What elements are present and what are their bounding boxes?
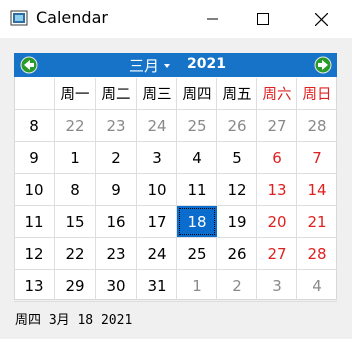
day-cell[interactable]: 8	[55, 174, 95, 205]
day-cell[interactable]: 27	[257, 110, 297, 141]
day-cell[interactable]: 3	[257, 270, 297, 301]
day-cell[interactable]: 28	[297, 110, 337, 141]
calendar-navigation-bar: 三月 2021	[14, 53, 337, 77]
day-cell[interactable]: 17	[137, 206, 177, 237]
day-cell[interactable]: 11	[177, 174, 217, 205]
weekday-header: 周三	[142, 87, 172, 103]
day-cell[interactable]: 27	[257, 238, 297, 269]
day-cell[interactable]: 23	[96, 110, 136, 141]
weekday-header: 周一	[60, 87, 90, 103]
day-cell[interactable]: 7	[297, 142, 337, 173]
week-number: 12	[24, 244, 44, 263]
app-icon	[10, 10, 28, 26]
day-cell[interactable]: 19	[217, 206, 257, 237]
calendar-window: Calendar 三月 2021 周一 周二 周三 周四 周五 周六 周日 8 22 23 24 25…	[0, 0, 352, 339]
week-number: 8	[29, 116, 39, 135]
day-cell[interactable]: 24	[137, 238, 177, 269]
day-cell[interactable]: 5	[217, 142, 257, 173]
day-cell[interactable]: 1	[177, 270, 217, 301]
weekday-header: 周二	[101, 87, 131, 103]
weekday-header: 周日	[302, 87, 332, 103]
next-month-icon[interactable]	[314, 56, 332, 74]
week-number: 11	[24, 212, 44, 231]
day-cell[interactable]: 2	[217, 270, 257, 301]
day-cell[interactable]: 2	[96, 142, 136, 173]
day-cell[interactable]: 20	[257, 206, 297, 237]
day-cell[interactable]: 22	[55, 238, 95, 269]
day-cell[interactable]: 30	[96, 270, 136, 301]
close-button[interactable]	[296, 0, 346, 38]
selected-date-status: 周四 3月 18 2021	[15, 313, 133, 328]
day-cell[interactable]: 26	[217, 110, 257, 141]
year-selector[interactable]: 2021	[187, 56, 226, 72]
day-cell[interactable]: 28	[297, 238, 337, 269]
day-cell[interactable]: 31	[137, 270, 177, 301]
day-cell[interactable]: 14	[297, 174, 337, 205]
day-cell[interactable]: 12	[217, 174, 257, 205]
month-selector[interactable]: 三月	[129, 55, 159, 76]
day-cell[interactable]: 22	[55, 110, 95, 141]
window-title: Calendar	[36, 8, 108, 27]
day-cell[interactable]: 4	[297, 270, 337, 301]
weekday-header: 周六	[262, 87, 292, 103]
day-cell[interactable]: 15	[55, 206, 95, 237]
weekday-header: 周四	[182, 87, 212, 103]
close-icon	[314, 12, 328, 26]
weekday-header: 周五	[222, 87, 252, 103]
chevron-down-icon[interactable]	[164, 64, 170, 68]
day-cell[interactable]: 21	[297, 206, 337, 237]
grid-line	[14, 301, 337, 302]
week-number: 13	[24, 276, 44, 295]
minimize-icon	[207, 18, 218, 20]
day-cell[interactable]: 24	[137, 110, 177, 141]
day-cell[interactable]: 23	[96, 238, 136, 269]
day-cell[interactable]: 1	[55, 142, 95, 173]
day-cell[interactable]: 25	[177, 238, 217, 269]
day-cell[interactable]: 25	[177, 110, 217, 141]
minimize-button[interactable]	[188, 0, 238, 38]
day-cell[interactable]: 26	[217, 238, 257, 269]
day-cell[interactable]: 9	[96, 174, 136, 205]
title-bar: Calendar	[0, 0, 352, 38]
maximize-icon	[257, 13, 269, 25]
day-cell[interactable]: 10	[137, 174, 177, 205]
previous-month-icon[interactable]	[20, 56, 38, 74]
day-cell[interactable]: 29	[55, 270, 95, 301]
week-number: 9	[29, 148, 39, 167]
maximize-button[interactable]	[238, 0, 288, 38]
week-number: 10	[24, 180, 44, 199]
day-cell[interactable]: 16	[96, 206, 136, 237]
day-cell[interactable]: 13	[257, 174, 297, 205]
day-cell[interactable]: 6	[257, 142, 297, 173]
day-cell[interactable]: 3	[137, 142, 177, 173]
selected-day-cell[interactable]: 18	[177, 206, 217, 237]
day-cell[interactable]: 4	[177, 142, 217, 173]
